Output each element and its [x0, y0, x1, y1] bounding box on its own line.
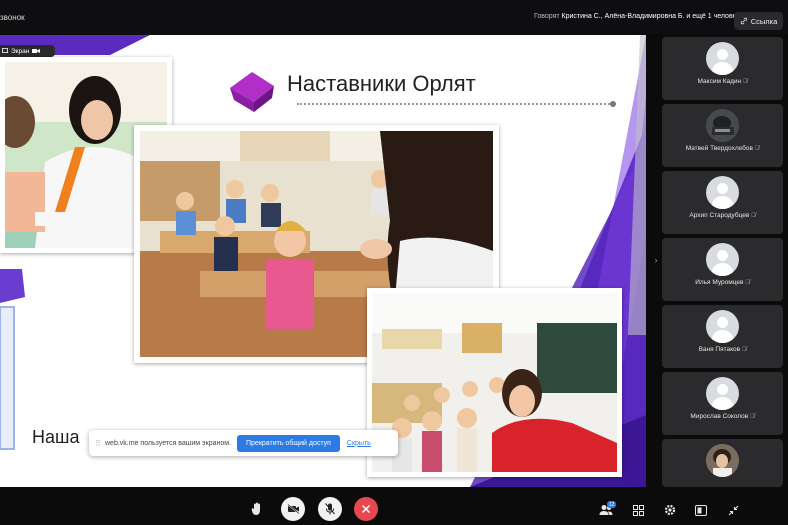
mic-off-icon: 🎙̸	[742, 79, 748, 85]
avatar	[706, 310, 739, 343]
grid-view-button[interactable]	[630, 502, 646, 518]
call-title: звонок	[0, 13, 25, 22]
shared-screen: Экран Наставники Орлят Наша ⠿ web.vk.me …	[0, 35, 646, 487]
hand-icon	[251, 502, 260, 515]
mic-off-icon: 🎙̸	[751, 213, 756, 219]
drag-handle-icon[interactable]: ⠿	[95, 439, 101, 448]
avatar	[706, 243, 739, 276]
grid-icon	[632, 504, 644, 516]
speaking-label: Говорят	[534, 13, 560, 20]
avatar-photo	[706, 444, 739, 477]
slide-title: Наставники Орлят	[287, 71, 476, 96]
participant-tile[interactable]: Матвей Твердохлебов 🎙̸	[662, 104, 783, 167]
screen-share-bar: ⠿ web.vk.me пользуется вашим экраном. Пр…	[89, 430, 398, 456]
cube-logo	[230, 72, 274, 112]
exit-fullscreen-button[interactable]	[725, 502, 741, 518]
mic-off-icon: 🎙̸	[741, 347, 747, 353]
end-call-button[interactable]	[354, 497, 378, 521]
mic-off-icon	[325, 503, 335, 515]
video-call-window: звонок Говорят Кристина С., Алёна-Владим…	[0, 0, 788, 525]
raise-hand-button[interactable]	[249, 501, 265, 517]
settings-button[interactable]	[662, 502, 678, 518]
screen-icon	[2, 48, 8, 53]
collapse-panel-icon[interactable]: ›	[650, 255, 662, 267]
slide-footer-title: Наша	[32, 427, 80, 447]
participant-tile[interactable]	[662, 439, 783, 487]
participant-tile[interactable]: Архип Стародубцев 🎙̸	[662, 171, 783, 234]
participant-tile[interactable]: Илья Муромцев 🎙̸	[662, 238, 783, 301]
participant-name: Архип Стародубцев	[689, 212, 750, 219]
participants-count-badge: 12	[607, 501, 616, 508]
settings-icon	[664, 504, 676, 516]
copy-link-label: Ссылка	[750, 16, 778, 26]
slide-photo-selfie	[367, 288, 622, 477]
camera-off-icon	[286, 504, 300, 514]
collapse-icon	[728, 505, 738, 515]
avatar-photo	[706, 109, 739, 142]
title-divider	[297, 103, 613, 105]
avatar	[706, 42, 739, 75]
participant-tile[interactable]: Максим Кадин 🎙̸	[662, 37, 783, 100]
mic-off-icon: 🎙̸	[745, 280, 750, 286]
top-bar: звонок Говорят Кристина С., Алёна-Владим…	[0, 0, 788, 34]
copy-link-button[interactable]: Ссылка	[734, 12, 783, 30]
microphone-toggle-button[interactable]	[318, 497, 342, 521]
screen-badge-label: Экран	[11, 47, 30, 55]
participant-tile[interactable]: Ваня Пятаков 🎙̸	[662, 305, 783, 368]
camera-icon	[32, 49, 41, 53]
link-icon	[740, 17, 747, 25]
avatar	[706, 377, 739, 410]
hide-share-bar-link[interactable]: Скрыть	[347, 440, 371, 447]
title-divider-dot	[610, 101, 616, 107]
speaking-names: Кристина С., Алёна-Владимировна Б. и ещё…	[561, 13, 740, 20]
stop-sharing-button[interactable]: Прекратить общий доступ	[237, 434, 340, 452]
picture-in-picture-button[interactable]	[693, 502, 709, 518]
participant-name: Илья Муромцев	[695, 279, 744, 286]
end-call-icon	[361, 504, 371, 514]
mic-off-icon: 🎙̸	[750, 414, 755, 420]
selfie-photo-image	[372, 293, 617, 472]
participant-name: Максим Кадин	[697, 78, 742, 85]
participant-name: Мирослав Соколов	[690, 413, 749, 420]
participant-name: Ваня Пятаков	[698, 346, 741, 353]
screen-share-badge: Экран	[0, 45, 55, 57]
avatar	[706, 176, 739, 209]
share-window-icon	[695, 504, 707, 516]
participant-tile[interactable]: Мирослав Соколов 🎙̸	[662, 372, 783, 435]
mic-off-icon: 🎙̸	[754, 146, 760, 152]
camera-toggle-button[interactable]	[281, 497, 305, 521]
speaking-indicator: Говорят Кристина С., Алёна-Владимировна …	[534, 13, 740, 20]
participant-name: Матвей Твердохлебов	[685, 145, 753, 152]
share-bar-message: web.vk.me пользуется вашим экраном.	[105, 439, 231, 447]
